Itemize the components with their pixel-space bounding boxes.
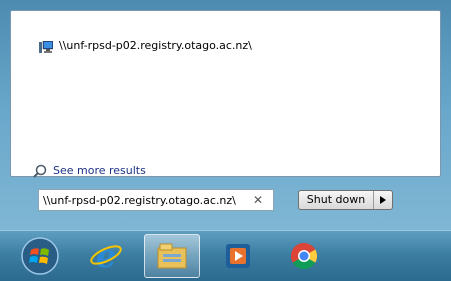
search-box: ✕ <box>38 189 274 211</box>
search-input[interactable] <box>39 193 249 207</box>
taskbar-media-player[interactable] <box>210 234 266 278</box>
file-explorer-icon <box>157 243 187 269</box>
shut-down-button[interactable]: Shut down <box>299 191 374 209</box>
svg-text:e: e <box>96 239 116 273</box>
start-orb-icon <box>21 237 59 275</box>
search-result-item[interactable]: \\unf-rpsd-p02.registry.otago.ac.nz\ <box>39 35 252 55</box>
internet-explorer-icon: e <box>90 239 122 273</box>
shutdown-options-button[interactable] <box>374 191 392 209</box>
chrome-icon <box>290 242 318 270</box>
taskbar-file-explorer[interactable] <box>144 234 200 278</box>
taskbar-chrome[interactable] <box>276 234 332 278</box>
search-results-pane: \\unf-rpsd-p02.registry.otago.ac.nz\ See… <box>10 10 441 180</box>
see-more-results-label: See more results <box>53 163 146 177</box>
search-result-label: \\unf-rpsd-p02.registry.otago.ac.nz\ <box>59 38 252 52</box>
start-button[interactable] <box>12 234 68 278</box>
see-more-results-link[interactable]: See more results <box>33 160 146 180</box>
shutdown-group: Shut down <box>298 190 393 210</box>
search-icon <box>33 163 47 178</box>
taskbar: e <box>0 230 451 281</box>
network-computer-icon <box>39 39 54 53</box>
close-icon[interactable]: ✕ <box>249 193 267 207</box>
triangle-right-icon <box>380 196 386 204</box>
media-player-icon <box>226 244 250 268</box>
taskbar-internet-explorer[interactable]: e <box>78 234 134 278</box>
start-menu: \\unf-rpsd-p02.registry.otago.ac.nz\ See… <box>0 0 451 230</box>
